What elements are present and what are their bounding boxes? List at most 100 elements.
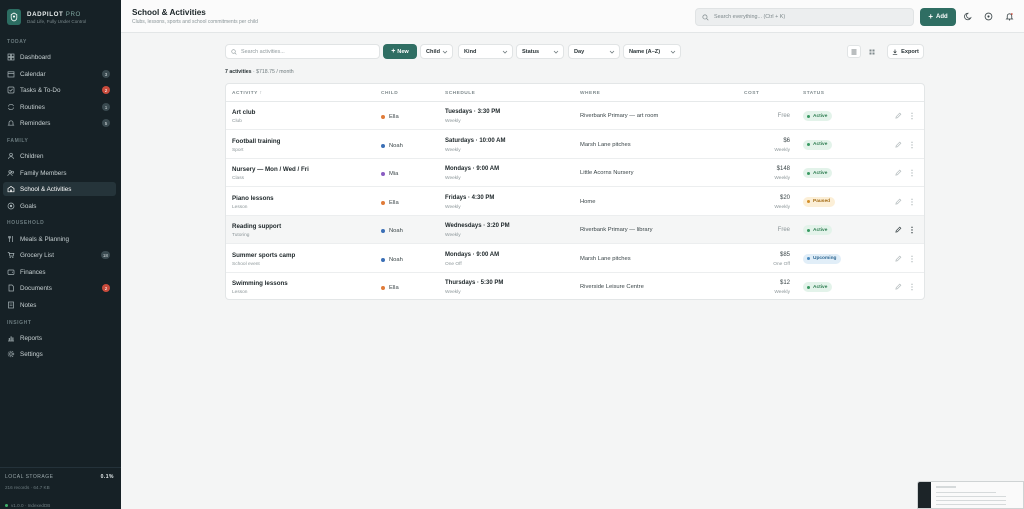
brand-logo-icon [7, 9, 21, 25]
location: Little Acorns Nursery [580, 170, 634, 176]
more-options-icon[interactable] [910, 198, 914, 206]
column-header-status[interactable]: STATUS [803, 91, 824, 96]
export-button[interactable]: Export [887, 44, 924, 59]
edit-pencil-icon[interactable] [895, 255, 902, 262]
activity-kind: Club [232, 119, 242, 124]
schedule-time: Fridays · 4:30 PM [445, 194, 495, 201]
sort-dropdown[interactable]: Name (A–Z) [623, 44, 681, 59]
chevron-down-icon [553, 50, 559, 54]
sidebar-item-label: Documents [20, 284, 52, 292]
child-color-dot [381, 257, 385, 262]
sidebar-item-goals[interactable]: Goals [3, 199, 116, 213]
list-icon [851, 49, 857, 54]
table-row[interactable]: Football training Sport Noah Saturdays · 10… [226, 131, 924, 159]
edit-pencil-icon[interactable] [895, 169, 902, 176]
list-view-button[interactable] [847, 45, 861, 58]
add-button[interactable]: + Add [920, 8, 956, 26]
window-preview-thumbnail[interactable] [917, 481, 1024, 509]
table-row[interactable]: Piano lessons Lesson Ella Fridays · 4:30 PM… [226, 188, 924, 216]
sidebar-item-children[interactable]: Children [3, 149, 116, 163]
child-name: Noah [389, 228, 403, 234]
more-options-icon[interactable] [910, 141, 914, 149]
schedule-time: Mondays · 9:00 AM [445, 251, 500, 258]
activities-table: ACTIVITY ↑ CHILD SCHEDULE WHERE COST STA… [225, 83, 925, 300]
child-cell: Ella [381, 200, 399, 206]
edit-pencil-icon[interactable] [895, 283, 902, 290]
sidebar-item-label: Routines [20, 103, 45, 111]
sidebar-item-reports[interactable]: Reports [3, 331, 116, 345]
sidebar-item-finances[interactable]: Finances [3, 265, 116, 279]
child-name: Noah [389, 256, 403, 263]
sidebar-item-meals-planning[interactable]: Meals & Planning [3, 232, 116, 246]
dark-mode-moon-icon[interactable] [964, 12, 973, 21]
sidebar-item-label: Calendar [20, 70, 46, 78]
sidebar-item-notes[interactable]: Notes [3, 298, 116, 312]
table-row[interactable]: Art club Club Ella Tuesdays · 3:30 PM Weekly… [226, 102, 924, 130]
sidebar-item-family-members[interactable]: Family Members [3, 166, 116, 180]
sidebar-item-label: Grocery List [20, 251, 54, 259]
table-row[interactable]: Swimming lessons Lesson Ella Thursdays · 5:… [226, 273, 924, 299]
global-search-input[interactable]: Search everything... (Ctrl + K) [695, 8, 914, 26]
column-header-cost[interactable]: COST [744, 91, 759, 96]
activity-total: $718.75 / month [256, 69, 294, 75]
day-filter-dropdown[interactable]: Day [568, 44, 620, 59]
help-icon[interactable] [984, 12, 993, 21]
schedule-frequency: Weekly [445, 147, 461, 153]
cost-period: Weekly [774, 290, 790, 295]
status-dot-icon [807, 285, 810, 289]
brand[interactable]: DADPILOT PRO Dad Life, Fully Under Contr… [7, 9, 86, 25]
child-cell: Mia [381, 171, 398, 177]
grid-view-button[interactable] [865, 45, 879, 58]
column-header-where[interactable]: WHERE [580, 91, 600, 96]
wallet-icon [7, 268, 15, 276]
sidebar-item-settings[interactable]: Settings [3, 347, 116, 361]
sidebar-item-reminders[interactable]: Reminders 5 [3, 116, 116, 130]
location: Riverbank Primary — library [580, 227, 653, 233]
activity-search-input[interactable]: Search activities... [225, 44, 380, 59]
location: Marsh Lane pitches [580, 255, 631, 262]
table-row[interactable]: Summer sports camp School event Noah Monday… [226, 245, 924, 273]
sidebar-item-routines[interactable]: Routines 1 [3, 100, 116, 114]
sidebar-item-calendar[interactable]: Calendar 3 [3, 67, 116, 81]
more-options-icon[interactable] [910, 283, 914, 291]
more-options-icon[interactable] [910, 112, 914, 120]
users-icon [7, 169, 15, 177]
table-row[interactable]: Reading support Tutoring Noah Wednesdays · … [226, 216, 924, 244]
edit-pencil-icon[interactable] [895, 112, 902, 119]
location: Marsh Lane pitches [580, 141, 631, 148]
edit-pencil-icon[interactable] [895, 141, 902, 148]
edit-pencil-icon[interactable] [895, 226, 902, 233]
more-options-icon[interactable] [910, 169, 914, 177]
edit-pencil-icon[interactable] [895, 198, 902, 205]
status-filter-dropdown[interactable]: Status [516, 44, 564, 59]
sidebar-item-school-activities[interactable]: School & Activities [3, 182, 116, 196]
chevron-down-icon [502, 50, 508, 54]
notifications-bell-icon[interactable] [1005, 12, 1014, 21]
kind-filter-dropdown[interactable]: Kind [458, 44, 513, 59]
sidebar-item-grocery-list[interactable]: Grocery List 18 [3, 248, 116, 262]
child-name: Mia [389, 171, 399, 177]
plus-icon: + [391, 48, 396, 55]
child-icon [7, 152, 15, 160]
column-header-schedule[interactable]: SCHEDULE [445, 91, 475, 96]
global-search-placeholder: Search everything... (Ctrl + K) [714, 14, 786, 20]
sidebar: DADPILOT PRO Dad Life, Fully Under Contr… [0, 0, 121, 509]
column-header-child[interactable]: CHILD [381, 91, 398, 96]
gear-icon [7, 350, 15, 358]
child-filter-dropdown[interactable]: Child [420, 44, 453, 59]
new-activity-button[interactable]: + New [383, 44, 417, 59]
column-header-activity[interactable]: ACTIVITY ↑ [232, 91, 263, 96]
table-row[interactable]: Nursery — Mon / Wed / Fri Class Mia Mondays… [226, 159, 924, 187]
more-options-icon[interactable] [910, 255, 914, 263]
search-icon [702, 13, 709, 21]
child-cell: Noah [381, 257, 403, 263]
cost-period: One Off [773, 261, 790, 267]
child-color-dot [381, 172, 385, 176]
child-cell: Ella [381, 114, 399, 120]
section-label-insight: INSIGHT [7, 320, 32, 326]
sidebar-item-tasks-to-do[interactable]: Tasks & To-Do 2 [3, 83, 116, 97]
sidebar-item-dashboard[interactable]: Dashboard [3, 50, 116, 64]
more-options-icon[interactable] [910, 226, 914, 234]
activity-count: 7 activities [225, 69, 252, 75]
sidebar-item-documents[interactable]: Documents 2 [3, 281, 116, 295]
